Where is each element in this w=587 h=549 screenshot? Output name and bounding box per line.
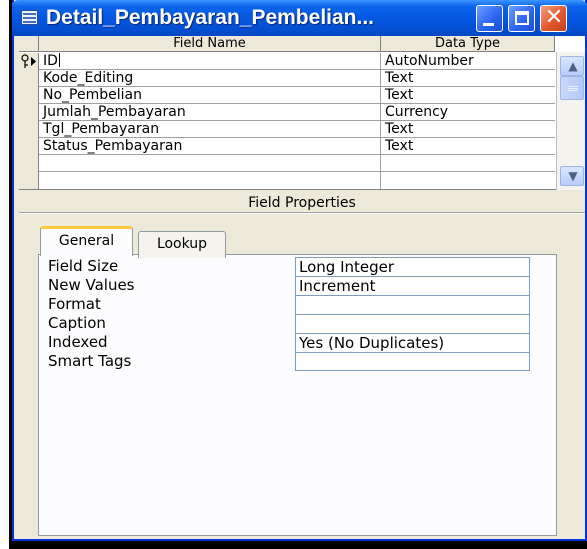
property-value-caption[interactable] bbox=[296, 315, 529, 334]
property-label-field-size: Field Size bbox=[48, 257, 119, 275]
field-name-cell[interactable]: Status_Pembayaran bbox=[39, 138, 381, 155]
data-type-cell[interactable]: AutoNumber bbox=[381, 53, 555, 70]
close-icon: ✕ bbox=[544, 5, 564, 30]
property-value-indexed[interactable]: Yes (No Duplicates) bbox=[296, 334, 529, 353]
data-type-cell[interactable] bbox=[381, 155, 555, 172]
data-type-cell[interactable]: Text bbox=[381, 121, 555, 138]
table-row[interactable] bbox=[19, 155, 555, 172]
text-caret bbox=[58, 53, 60, 67]
row-selector[interactable] bbox=[19, 155, 39, 172]
table-row[interactable]: Status_Pembayaran Text bbox=[19, 138, 555, 155]
chevron-up-icon: ▲ bbox=[568, 59, 578, 73]
data-type-cell[interactable]: Text bbox=[381, 70, 555, 87]
row-selector[interactable] bbox=[19, 87, 39, 104]
table-row[interactable] bbox=[19, 172, 555, 189]
field-name-cell[interactable]: ID bbox=[39, 53, 381, 70]
table-icon bbox=[21, 10, 38, 25]
close-button[interactable]: ✕ bbox=[540, 5, 567, 32]
tab-lookup[interactable]: Lookup bbox=[138, 231, 226, 258]
window-title: Detail_Pembayaran_Pembelian... bbox=[46, 6, 374, 29]
scroll-down-button[interactable]: ▼ bbox=[560, 166, 584, 186]
row-selector[interactable] bbox=[19, 104, 39, 121]
field-name-cell[interactable]: Kode_Editing bbox=[39, 70, 381, 87]
data-type-cell[interactable]: Text bbox=[381, 138, 555, 155]
table-row[interactable]: Kode_Editing Text bbox=[19, 70, 555, 87]
field-name-cell[interactable] bbox=[39, 172, 381, 189]
property-label-new-values: New Values bbox=[48, 276, 135, 294]
property-value-new-values[interactable]: Increment bbox=[296, 277, 529, 296]
property-values: Long Integer Increment Yes (No Duplicate… bbox=[295, 257, 530, 371]
column-header-data-type[interactable]: Data Type bbox=[381, 36, 555, 52]
table-row[interactable]: No_Pembelian Text bbox=[19, 87, 555, 104]
grid-rows: ID AutoNumber Kode_Editing Text No_Pembe… bbox=[19, 53, 555, 190]
field-grid: Field Name Data Type ID AutoNumber Kode_… bbox=[19, 36, 585, 190]
data-type-cell[interactable]: Text bbox=[381, 87, 555, 104]
property-label-smart-tags: Smart Tags bbox=[48, 352, 132, 370]
primary-key-icon bbox=[21, 54, 36, 68]
property-label-indexed: Indexed bbox=[48, 333, 108, 351]
chevron-down-icon: ▼ bbox=[568, 169, 578, 183]
data-type-cell[interactable]: Currency bbox=[381, 104, 555, 121]
field-properties-heading: Field Properties bbox=[248, 195, 356, 211]
table-row[interactable]: Tgl_Pembayaran Text bbox=[19, 121, 555, 138]
scroll-up-button[interactable]: ▲ bbox=[560, 56, 584, 76]
row-selector[interactable] bbox=[19, 121, 39, 138]
minimize-icon bbox=[483, 23, 494, 26]
maximize-icon bbox=[515, 11, 529, 25]
minimize-button[interactable] bbox=[476, 5, 503, 32]
table-row[interactable]: Jumlah_Pembayaran Currency bbox=[19, 104, 555, 121]
vertical-scrollbar[interactable]: ▲ ▼ bbox=[556, 52, 585, 190]
table-row[interactable]: ID AutoNumber bbox=[19, 53, 555, 70]
data-type-cell[interactable] bbox=[381, 172, 555, 189]
property-value-field-size[interactable]: Long Integer bbox=[296, 258, 529, 277]
row-selector[interactable] bbox=[19, 70, 39, 87]
title-bar[interactable]: Detail_Pembayaran_Pembelian... ✕ bbox=[12, 0, 587, 36]
field-name-cell[interactable]: Tgl_Pembayaran bbox=[39, 121, 381, 138]
tab-general[interactable]: General bbox=[40, 226, 133, 256]
maximize-button[interactable] bbox=[508, 5, 535, 32]
row-selector[interactable] bbox=[19, 172, 39, 189]
property-value-format[interactable] bbox=[296, 296, 529, 315]
row-selector-header bbox=[19, 36, 39, 52]
section-divider bbox=[19, 212, 585, 214]
property-value-smart-tags[interactable] bbox=[296, 353, 529, 372]
field-name-cell[interactable]: No_Pembelian bbox=[39, 87, 381, 104]
field-name-cell[interactable]: Jumlah_Pembayaran bbox=[39, 104, 381, 121]
row-selector[interactable] bbox=[19, 138, 39, 155]
property-label-format: Format bbox=[48, 295, 101, 313]
scroll-thumb[interactable] bbox=[560, 76, 584, 100]
property-label-caption: Caption bbox=[48, 314, 106, 332]
grid-header: Field Name Data Type bbox=[19, 36, 555, 52]
field-name-cell[interactable] bbox=[39, 155, 381, 172]
row-selector[interactable] bbox=[19, 53, 39, 70]
column-header-field-name[interactable]: Field Name bbox=[39, 36, 381, 52]
